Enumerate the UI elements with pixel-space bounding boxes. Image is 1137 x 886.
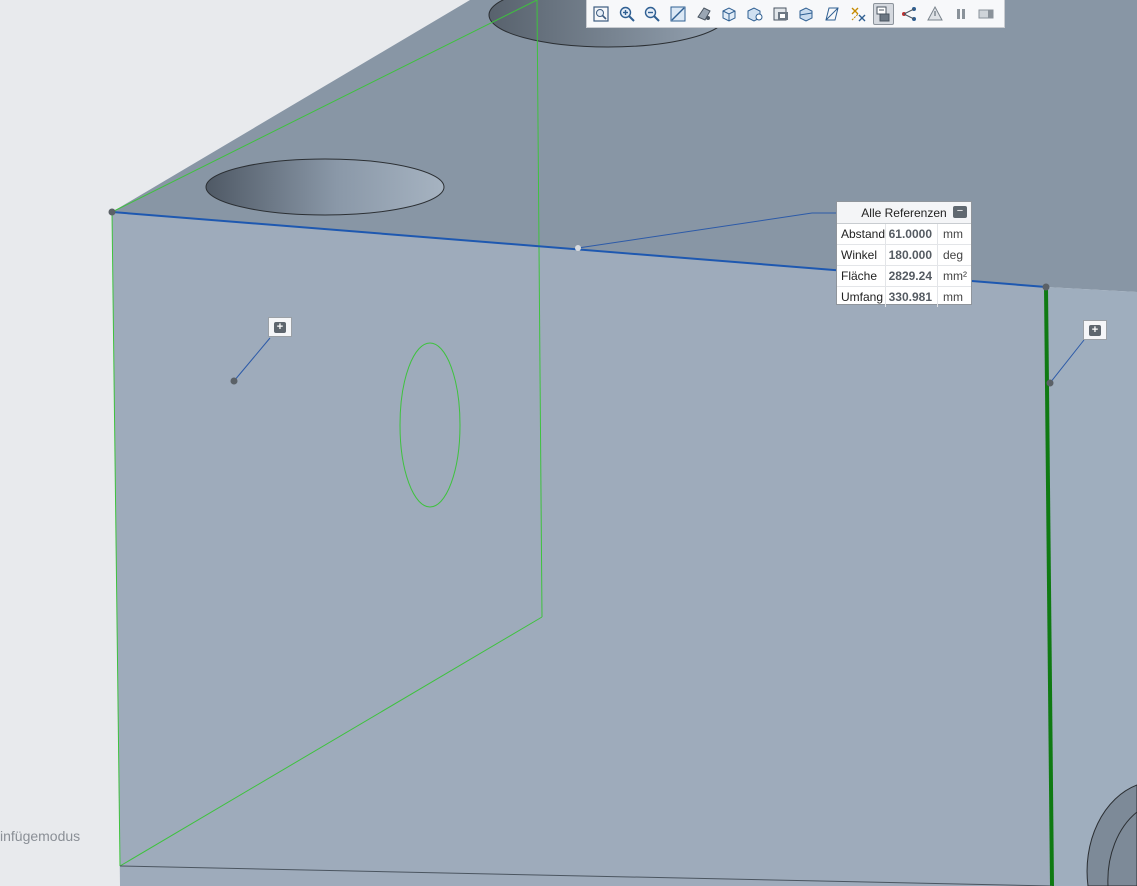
vertex-left[interactable] xyxy=(108,208,116,216)
zoom-window-icon[interactable] xyxy=(667,3,689,25)
expand-annotation-button-right[interactable]: + xyxy=(1083,320,1107,340)
measure-row-angle: Winkel 180.000 deg xyxy=(837,245,971,266)
pause-icon[interactable] xyxy=(950,3,972,25)
annotation-anchor-right[interactable] xyxy=(1046,379,1054,387)
edge-midpoint-marker[interactable] xyxy=(575,245,581,251)
measure-value: 330.981 xyxy=(885,287,938,307)
saved-views-icon[interactable] xyxy=(744,3,766,25)
top-hole-1[interactable] xyxy=(205,158,445,216)
display-style-icon[interactable] xyxy=(693,3,715,25)
measure-label: Umfang xyxy=(841,290,884,304)
plus-icon: + xyxy=(1089,324,1101,336)
analysis-icon[interactable] xyxy=(924,3,946,25)
section-view-icon[interactable] xyxy=(796,3,818,25)
expand-annotation-button-left[interactable]: + xyxy=(268,317,292,337)
measure-panel-header: Alle Referenzen − xyxy=(837,202,971,224)
measure-unit: mm² xyxy=(943,269,967,283)
clear-icon[interactable] xyxy=(975,3,997,25)
measure-label: Abstand xyxy=(841,227,886,241)
measure-unit: mm xyxy=(943,290,963,304)
zoom-fit-icon[interactable] xyxy=(590,3,612,25)
zoom-out-icon[interactable] xyxy=(641,3,663,25)
measure-value: 180.000 xyxy=(885,245,938,265)
zoom-in-icon[interactable] xyxy=(616,3,638,25)
front-face[interactable] xyxy=(112,212,1052,886)
mode-status-text: infügemodus xyxy=(0,828,81,844)
measure-label: Winkel xyxy=(841,248,878,262)
measure-label: Fläche xyxy=(841,269,878,283)
plus-icon: + xyxy=(274,321,286,333)
annotation-display-icon[interactable] xyxy=(847,3,869,25)
spin-center-icon[interactable] xyxy=(898,3,920,25)
datum-display-icon[interactable] xyxy=(821,3,843,25)
measure-icon[interactable] xyxy=(872,2,895,25)
annotation-anchor-left[interactable] xyxy=(230,377,238,385)
graphics-toolbar xyxy=(586,0,1005,28)
measure-row-distance: Abstand 61.0000 mm xyxy=(837,224,971,245)
vertex-right[interactable] xyxy=(1042,283,1050,291)
measure-value: 61.0000 xyxy=(885,224,938,244)
collapse-icon[interactable]: − xyxy=(953,206,967,218)
measure-results-panel[interactable]: Alle Referenzen − Abstand 61.0000 mm Win… xyxy=(836,201,972,307)
measure-value: 2829.24 xyxy=(885,266,938,286)
measure-row-area: Fläche 2829.24 mm² xyxy=(837,266,971,287)
measure-row-perimeter: Umfang 330.981 mm xyxy=(837,287,971,307)
view-manager-icon[interactable] xyxy=(770,3,792,25)
view-cube-icon[interactable] xyxy=(718,3,740,25)
measure-panel-title: Alle Referenzen xyxy=(861,205,947,220)
3d-model-viewport[interactable] xyxy=(0,0,1137,886)
measure-unit: mm xyxy=(943,227,963,241)
measure-unit: deg xyxy=(943,248,964,262)
